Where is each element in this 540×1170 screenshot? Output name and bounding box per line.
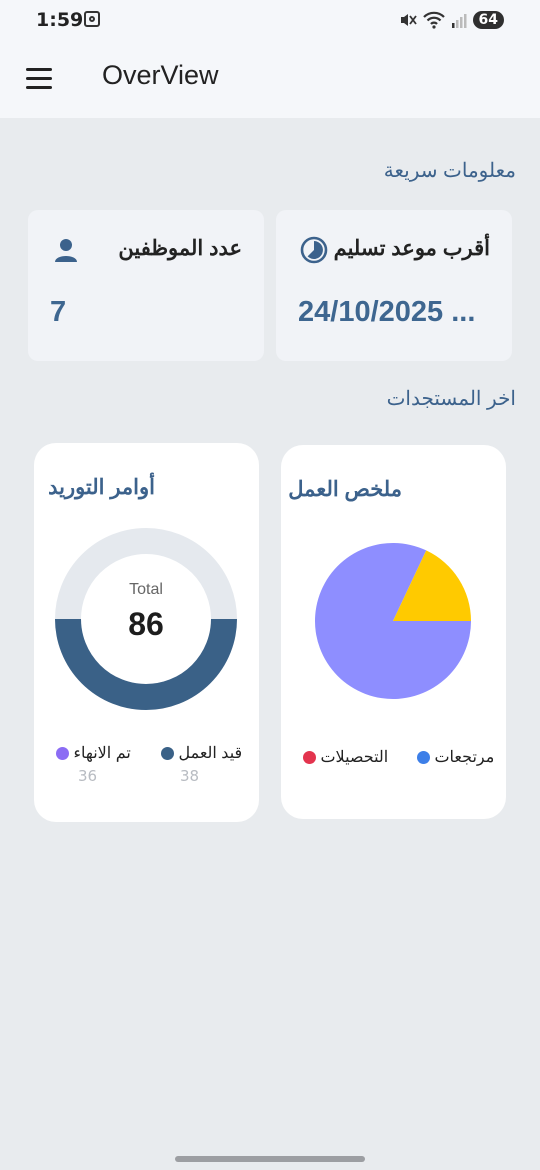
latest-updates-title: اخر المستجدات — [386, 388, 516, 410]
clock-icon — [300, 236, 328, 264]
employee-count-label: عدد الموظفين — [118, 237, 242, 260]
legend-count-in-progress: 38 — [180, 767, 200, 785]
legend-dot-in-progress — [161, 747, 174, 761]
screenshot-icon — [84, 11, 100, 27]
app-bar: OverView — [0, 40, 540, 118]
legend-item-collections: التحصيلات — [303, 747, 388, 767]
legend-dot-returns — [417, 751, 430, 765]
donut-center-value: 86 — [128, 606, 164, 642]
status-bar: 1:59 64 — [0, 0, 540, 40]
nearest-delivery-value: 24/10/2025 ... — [298, 296, 476, 328]
legend-label-returns: مرتجعات — [434, 749, 495, 766]
employee-count-card[interactable]: عدد الموظفين 7 — [28, 210, 264, 361]
nearest-delivery-label: أقرب موعد تسليم — [333, 237, 490, 260]
page-title: OverView — [102, 60, 219, 90]
mute-icon — [400, 14, 417, 26]
signal-icon — [451, 14, 467, 28]
donut-center-label: Total — [129, 581, 163, 598]
work-summary-pie-chart — [315, 543, 471, 699]
legend-item-returns: مرتجعات — [417, 747, 494, 767]
legend-item-completed: تم الانهاء — [56, 743, 131, 763]
legend-label-in-progress: قيد العمل — [178, 745, 243, 762]
battery-indicator: 64 — [472, 11, 504, 29]
person-icon — [55, 239, 77, 262]
work-summary-card[interactable]: ملخص العمل مرتجعات التحصيلات — [281, 445, 506, 819]
work-summary-title: ملخص العمل — [288, 478, 402, 501]
supply-orders-title: أوامر التوريد — [48, 476, 155, 499]
legend-item-in-progress: قيد العمل — [161, 743, 242, 763]
employee-count-value: 7 — [50, 296, 67, 328]
supply-orders-donut-chart: Total 86 — [55, 528, 237, 710]
legend-count-completed: 36 — [78, 767, 98, 785]
supply-orders-card[interactable]: أوامر التوريد Total 86 قيد العمل 38 تم ال… — [34, 443, 259, 822]
legend-dot-collections — [303, 751, 316, 765]
legend-dot-completed — [56, 747, 69, 761]
home-indicator[interactable] — [175, 1156, 365, 1162]
status-icons: 64 — [399, 8, 504, 32]
legend-label-completed: تم الانهاء — [73, 745, 131, 762]
status-time: 1:59 — [36, 9, 84, 31]
wifi-icon — [422, 11, 445, 29]
legend-label-collections: التحصيلات — [320, 749, 389, 766]
nearest-delivery-card[interactable]: أقرب موعد تسليم 24/10/2025 ... — [276, 210, 512, 361]
quick-info-title: معلومات سريعة — [383, 160, 516, 182]
menu-icon[interactable] — [24, 66, 54, 92]
